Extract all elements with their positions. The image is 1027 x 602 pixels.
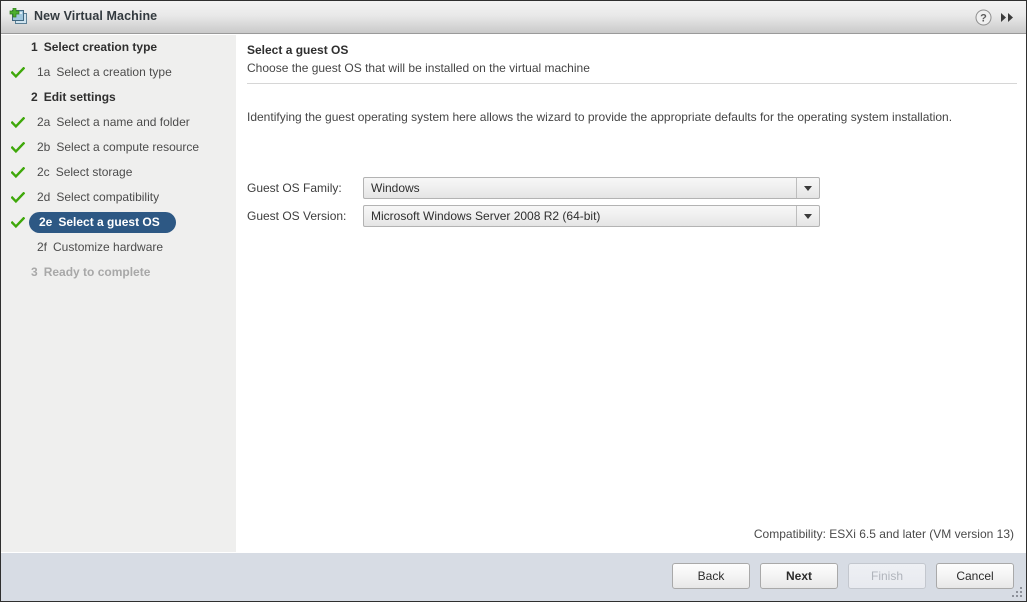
finish-button: Finish: [848, 563, 926, 589]
sidebar-item-label: Select a guest OS: [58, 215, 160, 229]
sidebar-item-2d[interactable]: 2d Select compatibility: [1, 185, 236, 210]
sidebar-item-number: 2e: [39, 215, 53, 229]
sidebar-item-number: 2c: [37, 165, 50, 179]
wizard-steps-sidebar: 1 Select creation type 1a Select a creation…: [1, 35, 237, 553]
new-virtual-machine-icon: [9, 8, 27, 24]
guest-os-version-select[interactable]: Microsoft Windows Server 2008 R2 (64-bit…: [363, 205, 820, 227]
sidebar-item-body: 2e Select a guest OS: [29, 212, 176, 233]
check-icon: [11, 116, 31, 129]
check-icon: [11, 216, 31, 229]
chevron-down-icon[interactable]: [796, 178, 819, 198]
help-icon[interactable]: ?: [975, 9, 992, 26]
sidebar-item-2c[interactable]: 2c Select storage: [1, 160, 236, 185]
sidebar-item-label: Edit settings: [43, 90, 116, 104]
sidebar-item-label: Select a compute resource: [56, 140, 200, 154]
chevron-down-icon[interactable]: [796, 206, 819, 226]
sidebar-item-number: 2b: [37, 140, 51, 154]
sidebar-item-2f[interactable]: 2f Customize hardware: [1, 235, 236, 260]
sidebar-item-body: 3 Ready to complete: [31, 262, 164, 283]
check-icon: [11, 141, 31, 154]
sidebar-item-3[interactable]: 3 Ready to complete: [1, 260, 236, 285]
sidebar-item-label: Ready to complete: [43, 265, 151, 279]
sidebar-item-1[interactable]: 1 Select creation type: [1, 35, 236, 60]
sidebar-item-label: Select creation type: [43, 40, 158, 54]
next-button[interactable]: Next: [760, 563, 838, 589]
guest-os-family-select[interactable]: Windows: [363, 177, 820, 199]
title-bar[interactable]: New Virtual Machine ?: [1, 1, 1026, 34]
footer-button-group: Back Next Finish Cancel: [672, 563, 1014, 589]
sidebar-item-number: 3: [31, 265, 38, 279]
double-chevron-right-icon[interactable]: [1000, 11, 1016, 24]
sidebar-item-body: 2d Select compatibility: [29, 187, 173, 208]
guest-os-version-value: Microsoft Windows Server 2008 R2 (64-bit…: [371, 209, 601, 223]
guest-os-family-label: Guest OS Family:: [247, 181, 342, 195]
sidebar-item-number: 2f: [37, 240, 48, 254]
sidebar-item-label: Customize hardware: [53, 240, 164, 254]
sidebar-item-2a[interactable]: 2a Select a name and folder: [1, 110, 236, 135]
page-subtitle: Choose the guest OS that will be install…: [247, 61, 590, 75]
back-button[interactable]: Back: [672, 563, 750, 589]
guest-os-family-value: Windows: [371, 181, 420, 195]
guest-os-family-row: Guest OS Family: Windows: [247, 177, 820, 199]
sidebar-item-label: Select a creation type: [56, 65, 172, 79]
sidebar-item-2b[interactable]: 2b Select a compute resource: [1, 135, 236, 160]
sidebar-item-2[interactable]: 2 Edit settings: [1, 85, 236, 110]
dialog-footer: Back Next Finish Cancel: [1, 552, 1026, 601]
sidebar-item-body: 1 Select creation type: [31, 37, 171, 58]
page-title: Select a guest OS: [247, 43, 349, 57]
sidebar-item-body: 1a Select a creation type: [29, 62, 186, 83]
resize-grip[interactable]: [1011, 586, 1023, 598]
new-virtual-machine-dialog: New Virtual Machine ? 1 Select creation t…: [0, 0, 1027, 602]
compatibility-note: Compatibility: ESXi 6.5 and later (VM ve…: [753, 527, 1014, 541]
sidebar-item-body: 2c Select storage: [29, 162, 146, 183]
sidebar-item-1a[interactable]: 1a Select a creation type: [1, 60, 236, 85]
check-icon: [11, 191, 31, 204]
content-panel: Select a guest OS Choose the guest OS th…: [238, 35, 1026, 553]
sidebar-item-body: 2b Select a compute resource: [29, 137, 213, 158]
description-text: Identifying the guest operating system h…: [247, 110, 953, 124]
guest-os-version-label: Guest OS Version:: [247, 209, 347, 223]
sidebar-item-2e[interactable]: 2e Select a guest OS: [1, 210, 236, 235]
header-divider: [247, 83, 1017, 84]
sidebar-item-body: 2 Edit settings: [31, 87, 130, 108]
sidebar-item-number: 2a: [37, 115, 51, 129]
check-icon: [11, 66, 31, 79]
sidebar-item-body: 2a Select a name and folder: [29, 112, 204, 133]
sidebar-item-body: 2f Customize hardware: [29, 237, 177, 258]
sidebar-item-label: Select a name and folder: [56, 115, 190, 129]
sidebar-item-number: 1a: [37, 65, 51, 79]
window-title: New Virtual Machine: [34, 9, 158, 23]
svg-text:?: ?: [980, 12, 987, 24]
check-icon: [11, 166, 31, 179]
sidebar-item-number: 1: [31, 40, 38, 54]
guest-os-version-row: Guest OS Version: Microsoft Windows Serv…: [247, 205, 820, 227]
cancel-button[interactable]: Cancel: [936, 563, 1014, 589]
sidebar-item-label: Select storage: [55, 165, 133, 179]
sidebar-item-number: 2d: [37, 190, 51, 204]
sidebar-item-number: 2: [31, 90, 38, 104]
sidebar-item-label: Select compatibility: [56, 190, 160, 204]
